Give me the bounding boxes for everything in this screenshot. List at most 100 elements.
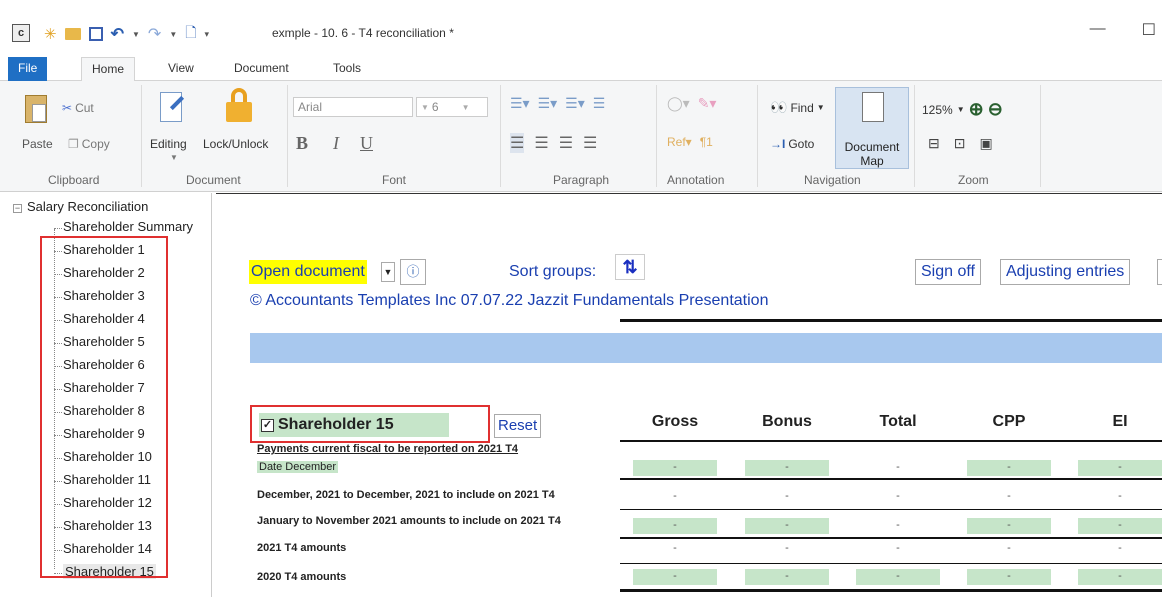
underline-button[interactable]: U bbox=[360, 133, 373, 154]
row-divider bbox=[620, 563, 1162, 564]
value-cell: - bbox=[785, 490, 789, 502]
chevron-down-icon: ▼ bbox=[816, 103, 825, 112]
chevron-down-icon: ▼ bbox=[461, 102, 470, 112]
find-button[interactable]: 👀 Find ▼ bbox=[770, 99, 825, 116]
input-cell[interactable]: - bbox=[856, 569, 940, 585]
tab-document[interactable]: Document bbox=[224, 57, 299, 81]
input-cell[interactable]: - bbox=[967, 569, 1051, 585]
save-icon[interactable] bbox=[88, 27, 103, 41]
open-document-dropdown-icon[interactable]: ▼ bbox=[381, 262, 395, 282]
sort-arrows-icon[interactable]: ⇅ bbox=[615, 254, 645, 280]
input-cell[interactable]: - bbox=[633, 518, 717, 534]
row-label: January to November 2021 amounts to incl… bbox=[257, 515, 561, 527]
row-label: 2020 T4 amounts bbox=[257, 571, 347, 583]
paste-icon[interactable] bbox=[22, 93, 50, 125]
info-icon[interactable]: ⓘ bbox=[400, 259, 426, 285]
reference-icon[interactable]: Ref▾ bbox=[667, 135, 692, 149]
open-document-button[interactable]: Open document bbox=[249, 260, 367, 284]
italic-button[interactable]: I bbox=[333, 133, 339, 154]
bold-button[interactable]: B bbox=[296, 133, 308, 154]
document-map-button[interactable]: Document Map bbox=[835, 87, 909, 169]
overflow-button[interactable] bbox=[1157, 259, 1162, 285]
indent-icon[interactable]: ☰ bbox=[593, 95, 606, 112]
fit-width-icon[interactable]: ⊟ bbox=[928, 135, 940, 152]
shareholder-checkbox[interactable]: ✓ bbox=[261, 418, 274, 432]
paste-button[interactable]: Paste bbox=[22, 137, 53, 151]
value-cell: - bbox=[896, 490, 900, 502]
lock-icon[interactable] bbox=[224, 87, 254, 125]
redo-icon[interactable]: ↷ bbox=[148, 24, 161, 44]
actual-size-icon[interactable]: ▣ bbox=[979, 135, 992, 152]
input-cell[interactable]: - bbox=[633, 569, 717, 585]
maximize-button[interactable]: ☐ bbox=[1142, 20, 1156, 40]
ribbon: Paste ✂ Cut ❐ Copy Clipboard Editing ▼ Loc… bbox=[0, 81, 1162, 192]
input-cell[interactable]: - bbox=[633, 460, 717, 476]
scissors-icon: ✂ bbox=[62, 101, 73, 115]
adjusting-entries-button[interactable]: Adjusting entries bbox=[1000, 259, 1131, 285]
editing-button[interactable]: Editing bbox=[150, 137, 187, 151]
row-label: Date December bbox=[257, 461, 339, 473]
input-cell[interactable]: - bbox=[745, 460, 829, 476]
document-title: exmple - 10. 6 - T4 reconciliation * bbox=[272, 26, 454, 40]
highlighter-icon[interactable]: ✎▾ bbox=[698, 95, 717, 112]
navigation-group-label: Navigation bbox=[804, 173, 861, 187]
goto-button[interactable]: →I Goto bbox=[770, 137, 814, 151]
minimize-button[interactable]: — bbox=[1090, 20, 1106, 40]
numbered-list-icon[interactable]: ☰▾ bbox=[538, 95, 558, 112]
align-center-icon[interactable]: ☰ bbox=[534, 133, 548, 153]
row-divider bbox=[620, 478, 1162, 480]
input-cell[interactable]: - bbox=[967, 460, 1051, 476]
tab-view[interactable]: View bbox=[158, 57, 204, 81]
input-cell[interactable]: - bbox=[967, 518, 1051, 534]
sort-groups-label: Sort groups: bbox=[509, 263, 597, 280]
editing-dropdown-icon[interactable]: ▼ bbox=[170, 153, 178, 162]
input-cell[interactable]: - bbox=[1078, 569, 1162, 585]
binoculars-icon: 👀 bbox=[770, 99, 788, 115]
shape-icon[interactable]: ◯▾ bbox=[667, 95, 690, 112]
multilevel-list-icon[interactable]: ☰▾ bbox=[565, 95, 585, 112]
editing-icon[interactable] bbox=[157, 89, 185, 125]
font-size-value: 6 bbox=[431, 100, 439, 114]
undo-icon[interactable]: ↶ bbox=[111, 24, 124, 44]
undo-dropdown-icon[interactable]: ▼ bbox=[132, 30, 140, 39]
font-name-select[interactable]: Arial bbox=[293, 97, 413, 117]
cut-button[interactable]: ✂ Cut bbox=[62, 101, 94, 115]
align-left-icon[interactable]: ☰ bbox=[510, 133, 525, 153]
align-right-icon[interactable]: ☰ bbox=[559, 133, 573, 153]
sign-off-button[interactable]: Sign off bbox=[915, 259, 981, 285]
footnote-icon[interactable]: ¶1 bbox=[700, 135, 713, 149]
copy-button[interactable]: ❐ Copy bbox=[68, 137, 110, 151]
tab-tools[interactable]: Tools bbox=[323, 57, 371, 81]
print-preview-icon[interactable]: 🗋 bbox=[185, 22, 196, 46]
annotation-row-2: Ref▾ ¶1 bbox=[667, 135, 713, 149]
collapse-icon[interactable]: − bbox=[13, 204, 22, 213]
reset-button[interactable]: Reset bbox=[494, 414, 542, 438]
input-cell[interactable]: - bbox=[745, 569, 829, 585]
font-size-select[interactable]: ▼ 6 ▼ bbox=[416, 97, 488, 117]
ribbon-separator bbox=[757, 85, 758, 187]
zoom-level-select[interactable]: 125% bbox=[922, 103, 953, 117]
new-document-icon[interactable]: ✳ bbox=[44, 25, 57, 43]
input-cell[interactable]: - bbox=[745, 518, 829, 534]
redo-dropdown-icon[interactable]: ▼ bbox=[169, 30, 177, 39]
zoom-in-icon[interactable]: ⊕ bbox=[969, 99, 984, 120]
row-divider bbox=[620, 589, 1162, 592]
customize-toolbar-icon[interactable]: ▾ bbox=[205, 29, 210, 40]
tab-home[interactable]: Home bbox=[81, 57, 136, 82]
tree-item-shareholder-summary[interactable]: Shareholder Summary bbox=[63, 219, 193, 234]
justify-icon[interactable]: ☰ bbox=[583, 133, 597, 153]
open-folder-icon[interactable] bbox=[64, 28, 81, 40]
tab-file[interactable]: File bbox=[8, 57, 48, 81]
tree-root[interactable]: Salary Reconciliation bbox=[27, 199, 148, 214]
zoom-out-icon[interactable]: ⊖ bbox=[988, 99, 1003, 120]
bullet-list-icon[interactable]: ☰▾ bbox=[510, 95, 530, 112]
tree-highlight-box bbox=[40, 236, 168, 578]
lock-unlock-button[interactable]: Lock/Unlock bbox=[203, 137, 268, 151]
fit-page-icon[interactable]: ⊡ bbox=[954, 135, 966, 152]
list-buttons: ☰▾ ☰▾ ☰▾ ☰ bbox=[510, 95, 605, 112]
input-cell[interactable]: - bbox=[1078, 460, 1162, 476]
input-cell[interactable]: - bbox=[1078, 518, 1162, 534]
chevron-down-icon[interactable]: ▼ bbox=[957, 105, 965, 114]
copy-icon: ❐ bbox=[68, 137, 79, 151]
app-icon[interactable]: c bbox=[12, 24, 30, 42]
